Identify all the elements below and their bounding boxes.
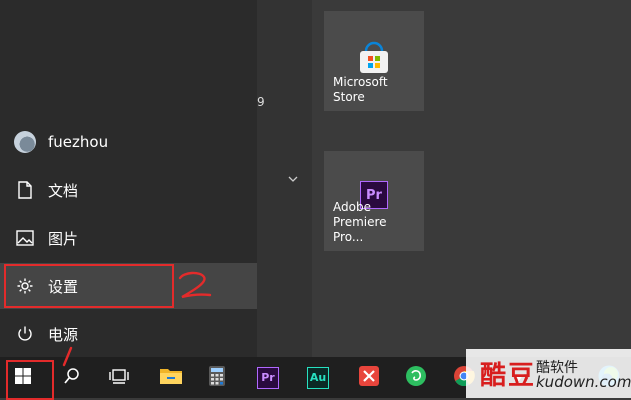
watermark-url: kudown.com — [536, 373, 631, 391]
watermark: 酷 豆 酷软件 kudown.com — [466, 349, 631, 398]
user-name: fuezhou — [48, 133, 109, 151]
start-highlight-box — [6, 360, 54, 400]
avatar — [14, 131, 36, 153]
premiere-pro-icon: Pr — [257, 366, 279, 389]
audition-icon: Au — [307, 366, 329, 389]
task-view-button[interactable] — [99, 357, 139, 398]
premiere-pro-taskbar-button[interactable]: Pr — [248, 357, 288, 398]
documents-label: 文档 — [48, 181, 79, 200]
xmind-taskbar-button[interactable] — [349, 357, 389, 398]
picture-icon — [14, 227, 36, 249]
evernote-taskbar-button[interactable] — [396, 357, 436, 398]
chevron-down-icon[interactable] — [287, 168, 299, 187]
calculator-icon — [208, 365, 226, 391]
pictures-item[interactable]: 图片 — [0, 215, 257, 261]
app-list-letter[interactable]: 9 — [257, 95, 265, 109]
user-account-item[interactable]: fuezhou — [0, 119, 257, 165]
microsoft-store-tile[interactable]: Microsoft Store — [324, 11, 424, 111]
calculator-button[interactable] — [197, 357, 237, 398]
power-icon — [14, 323, 36, 345]
app-list-pane: 9 — [257, 0, 312, 357]
evernote-icon — [405, 365, 427, 391]
pictures-label: 图片 — [48, 229, 79, 248]
folder-icon — [159, 366, 183, 390]
search-icon — [63, 367, 81, 389]
task-view-icon — [109, 368, 129, 388]
annotation-step-2 — [178, 271, 212, 299]
settings-highlight-box — [4, 264, 174, 308]
tiles-pane: Microsoft Store Pr Adobe Premiere Pro... — [312, 0, 631, 357]
tile-label: Adobe Premiere Pro... — [333, 200, 387, 244]
power-item[interactable]: 电源 — [0, 311, 257, 357]
xmind-icon — [358, 365, 380, 391]
tile-label: Microsoft Store — [333, 75, 388, 104]
store-bag-icon — [358, 41, 390, 79]
document-icon — [14, 179, 36, 201]
watermark-logo: 酷 — [480, 361, 507, 391]
watermark-logo-mark: 豆 — [508, 361, 535, 391]
annotation-step-1 — [62, 346, 73, 367]
audition-taskbar-button[interactable]: Au — [298, 357, 338, 398]
documents-item[interactable]: 文档 — [0, 167, 257, 213]
file-explorer-button[interactable] — [151, 357, 191, 398]
premiere-pro-tile[interactable]: Pr Adobe Premiere Pro... — [324, 151, 424, 251]
power-label: 电源 — [48, 325, 79, 344]
